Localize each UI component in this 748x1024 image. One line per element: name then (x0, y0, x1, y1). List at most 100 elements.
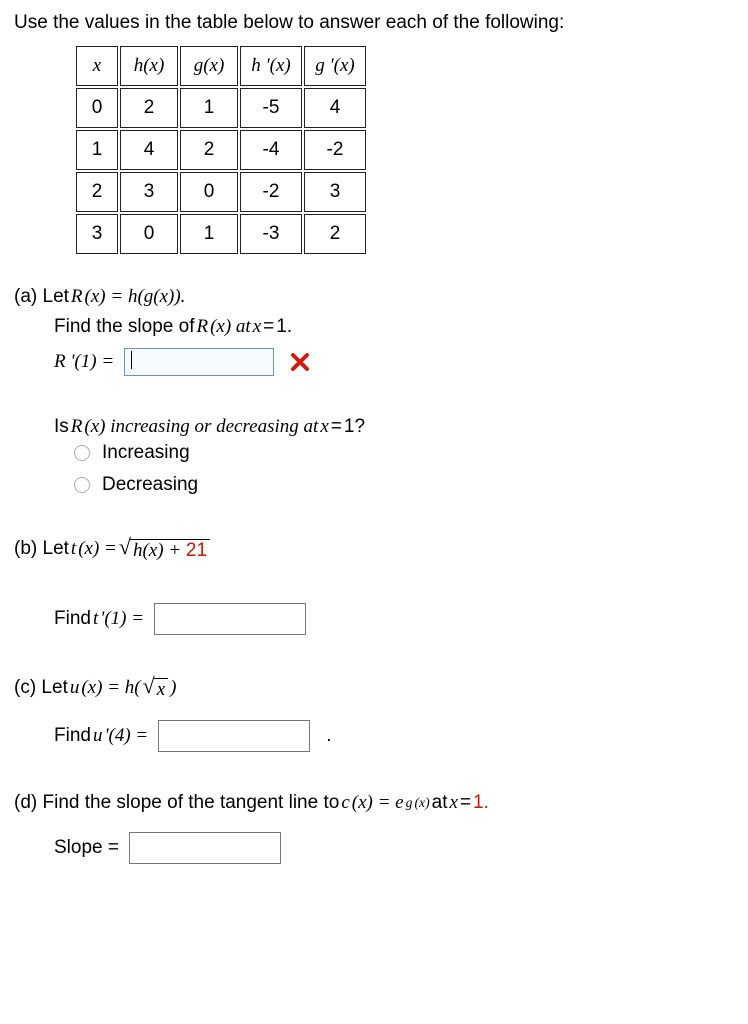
part-d: (d) Find the slope of the tangent line t… (14, 792, 734, 864)
cell: -5 (240, 88, 302, 128)
x-var: x (253, 316, 261, 338)
mid: (x) = e (352, 792, 404, 814)
radio-label: Increasing (102, 442, 190, 464)
cell: -2 (304, 130, 366, 170)
cell: -2 (240, 172, 302, 212)
tprime1-input[interactable] (154, 603, 306, 635)
part-a-question2: Is R (x) increasing or decreasing at x =… (54, 416, 734, 438)
txt: '(4) = (104, 725, 148, 747)
cell: 3 (120, 172, 178, 212)
sqrt-expr: √ h(x) + 21 (119, 536, 210, 563)
radio-increasing[interactable] (74, 445, 90, 461)
cell: 3 (76, 214, 118, 254)
radio-label: Decreasing (102, 474, 198, 496)
radio-decreasing[interactable] (74, 477, 90, 493)
label: (a) Let (14, 286, 69, 308)
val: 1? (344, 416, 365, 438)
sqrt-expr: √ x (143, 675, 169, 702)
table-header-row: x h(x) g(x) h '(x) g '(x) (76, 46, 366, 86)
slope-input[interactable] (129, 832, 281, 864)
instruction-text: Use the values in the table below to ans… (14, 12, 734, 34)
r-var: R (71, 416, 83, 438)
part-c-definition: (c) Let u (x) = h( √ x ) (14, 675, 734, 702)
cell: 4 (120, 130, 178, 170)
cell: 2 (120, 88, 178, 128)
slope-label: Slope = (54, 837, 119, 859)
table-row: 0 2 1 -5 4 (76, 88, 366, 128)
u-var: u (93, 725, 103, 747)
part-a: (a) Let R (x) = h(g(x)). Find the slope … (14, 286, 734, 496)
post: at (432, 792, 448, 814)
u-var: u (70, 677, 80, 699)
cell: -4 (240, 130, 302, 170)
txt: (x) = h( (81, 677, 140, 699)
r-var: R (196, 316, 208, 338)
txt: (d) Find the slope of the tangent line t… (14, 792, 339, 814)
exp-g: g (406, 795, 413, 811)
r-var: R (71, 286, 83, 308)
cell: 3 (304, 172, 366, 212)
cell: 0 (76, 88, 118, 128)
cell: 4 (304, 88, 366, 128)
table-row: 1 4 2 -4 -2 (76, 130, 366, 170)
part-d-slope-row: Slope = (54, 832, 734, 864)
part-a-answer-row: R '(1) = (54, 348, 734, 376)
header-x: x (76, 46, 118, 86)
header-hprimex: h '(x) (240, 46, 302, 86)
txt: (x) increasing or decreasing at (84, 416, 318, 438)
label: (c) Let (14, 677, 68, 699)
exp-rest: (x) (414, 795, 429, 811)
part-a-prompt: Find the slope of R (x) at x = 1. (54, 316, 734, 338)
table-row: 2 3 0 -2 3 (76, 172, 366, 212)
function-table: x h(x) g(x) h '(x) g '(x) 0 2 1 -5 4 1 4… (74, 44, 368, 256)
part-a-definition: (a) Let R (x) = h(g(x)). (14, 286, 734, 308)
cell: 1 (180, 214, 238, 254)
txt: Find (54, 608, 91, 630)
txt: Is (54, 416, 69, 438)
cell: 0 (180, 172, 238, 212)
radicand: x (154, 678, 168, 702)
t-var: t (93, 608, 98, 630)
close-paren: ) (170, 677, 176, 699)
x-var: x (450, 792, 458, 814)
rprime1-input[interactable] (124, 348, 274, 376)
lhs: R '(1) = (54, 351, 114, 373)
part-b-definition: (b) Let t (x) = √ h(x) + 21 (14, 536, 734, 563)
cell: 0 (120, 214, 178, 254)
x-var: x (320, 416, 328, 438)
txt: Find the slope of (54, 316, 194, 338)
label: (b) Let (14, 538, 69, 560)
part-b-prompt: Find t '(1) = (54, 603, 734, 635)
part-b: (b) Let t (x) = √ h(x) + 21 Find t '(1) … (14, 536, 734, 635)
radicand: h(x) + 21 (130, 539, 210, 563)
cell: 1 (76, 130, 118, 170)
text-cursor (131, 351, 132, 369)
part-c: (c) Let u (x) = h( √ x ) Find u '(4) = . (14, 675, 734, 752)
cell: 2 (76, 172, 118, 212)
uprime4-input[interactable] (158, 720, 310, 752)
table-row: 3 0 1 -3 2 (76, 214, 366, 254)
def-rest: (x) = h(g(x)). (85, 286, 186, 308)
radio-increasing-row: Increasing (74, 442, 734, 464)
c-var: c (341, 792, 349, 814)
txt: (x) = (78, 538, 117, 560)
cell: -3 (240, 214, 302, 254)
eq: = (460, 792, 471, 814)
cell: 2 (180, 130, 238, 170)
radicand-const: 21 (186, 540, 207, 561)
radicand-h: h(x) + (133, 540, 186, 561)
t-var: t (71, 538, 76, 560)
cell: 1 (180, 88, 238, 128)
part-c-prompt: Find u '(4) = . (54, 720, 734, 752)
txt: '(1) = (100, 608, 144, 630)
header-hx: h(x) (120, 46, 178, 86)
incorrect-icon (290, 352, 310, 372)
period: . (326, 725, 331, 747)
part-d-prompt: (d) Find the slope of the tangent line t… (14, 792, 734, 814)
val: 1. (473, 792, 489, 814)
cell: 2 (304, 214, 366, 254)
txt: (x) at (210, 316, 251, 338)
header-gx: g(x) (180, 46, 238, 86)
eq: = (263, 316, 274, 338)
radio-decreasing-row: Decreasing (74, 474, 734, 496)
